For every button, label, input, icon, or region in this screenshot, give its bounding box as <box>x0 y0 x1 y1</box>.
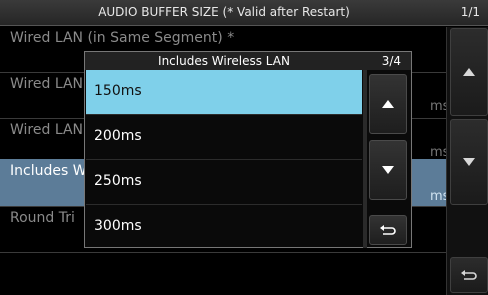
triangle-down-icon <box>463 158 475 166</box>
back-button[interactable] <box>450 257 488 293</box>
screen: AUDIO BUFFER SIZE (* Valid after Restart… <box>0 0 488 295</box>
scroll-controls <box>446 27 488 295</box>
popup-page-indicator: 3/4 <box>381 54 401 68</box>
title-bar: AUDIO BUFFER SIZE (* Valid after Restart… <box>0 0 488 26</box>
popup-scrollbar[interactable] <box>363 70 367 248</box>
list-item-label: Wired LAN <box>10 76 83 92</box>
option-150ms[interactable]: 150ms <box>86 70 362 115</box>
popup-down-button[interactable] <box>369 140 407 200</box>
triangle-down-icon <box>382 166 394 174</box>
list-item-label: Includes W <box>10 163 87 179</box>
popup-header: Includes Wireless LAN 3/4 <box>85 52 411 70</box>
return-arrow-icon <box>380 225 396 235</box>
screen-title: AUDIO BUFFER SIZE (* Valid after Restart… <box>98 5 350 19</box>
option-label: 300ms <box>94 218 142 234</box>
list-item-label: Wired LAN <box>10 122 83 138</box>
list-item-label: Wired LAN (in Same Segment) * <box>10 30 235 46</box>
option-250ms[interactable]: 250ms <box>86 160 362 205</box>
option-300ms[interactable]: 300ms <box>86 205 362 247</box>
popup-back-button[interactable] <box>369 215 407 245</box>
scroll-down-button[interactable] <box>450 119 488 205</box>
triangle-up-icon <box>463 68 475 76</box>
option-label: 150ms <box>94 83 142 99</box>
option-label: 250ms <box>94 173 142 189</box>
scroll-up-button[interactable] <box>450 28 488 116</box>
page-indicator: 1/1 <box>460 5 480 19</box>
popup-title: Includes Wireless LAN <box>158 54 290 68</box>
popup-up-button[interactable] <box>369 74 407 134</box>
option-200ms[interactable]: 200ms <box>86 115 362 160</box>
triangle-up-icon <box>382 100 394 108</box>
buffer-size-popup: Includes Wireless LAN 3/4 150ms 200ms 25… <box>84 51 412 248</box>
option-label: 200ms <box>94 128 142 144</box>
return-arrow-icon <box>461 270 477 280</box>
list-item-label: Round Tri <box>10 210 75 226</box>
